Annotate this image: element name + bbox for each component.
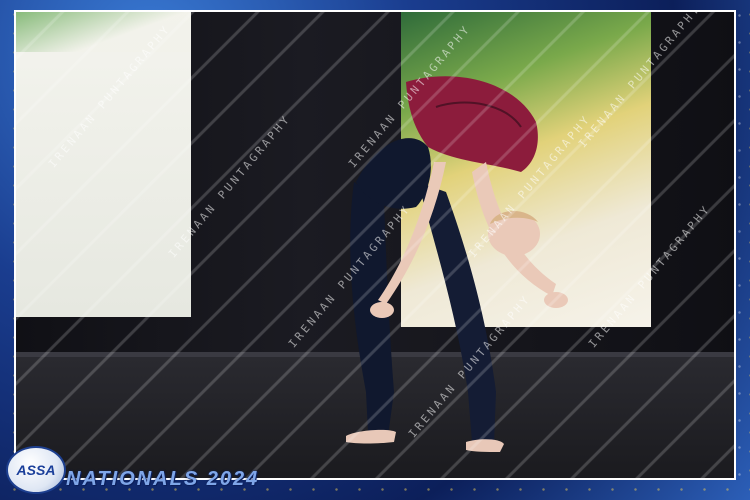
event-title: NATIONALS 2024 (66, 468, 260, 490)
event-photo: IRENAAN PUNTAGRAPHY IRENAAN PUNTAGRAPHY … (14, 10, 736, 480)
logo-text: ASSA (16, 462, 56, 478)
assa-logo: ASSA (6, 446, 66, 494)
